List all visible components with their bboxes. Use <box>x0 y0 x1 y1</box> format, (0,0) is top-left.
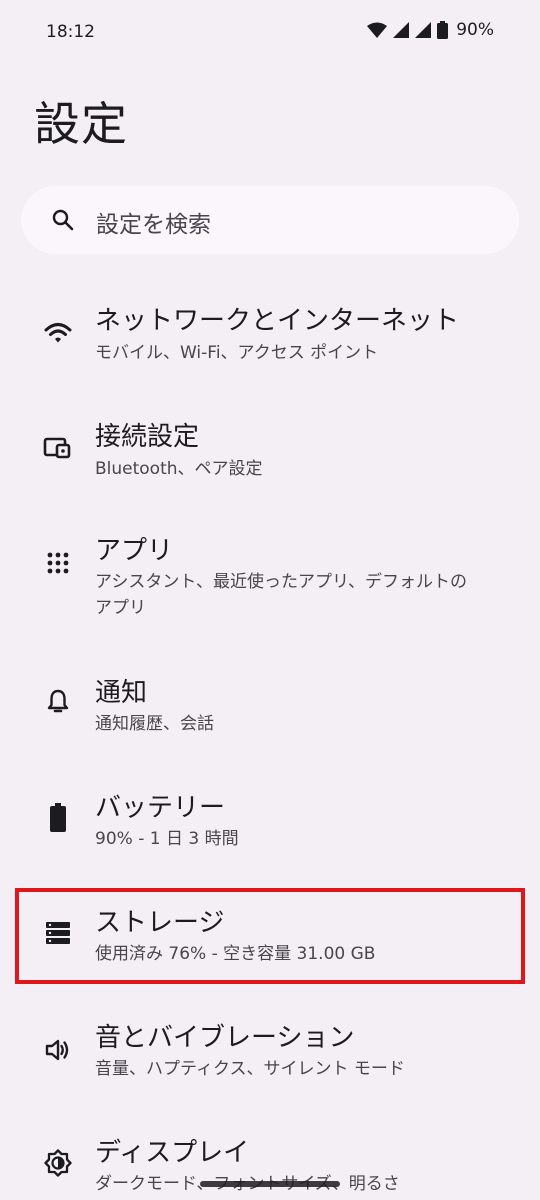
settings-item-title: アプリ <box>95 536 174 566</box>
battery-status-icon <box>437 21 449 39</box>
settings-item-sound[interactable]: 音とバイブレーション 音量、ハプティクス、サイレント モード <box>0 985 540 1100</box>
settings-item-title: 接続設定 <box>95 422 200 452</box>
search-placeholder: 設定を検索 <box>96 212 211 238</box>
status-time: 18:12 <box>46 22 95 42</box>
page-title: 設定 <box>34 97 128 151</box>
bell-icon <box>42 685 74 717</box>
search-bar[interactable]: 設定を検索 <box>21 186 519 254</box>
settings-item-title: 音とバイブレーション <box>95 1023 355 1053</box>
cell-signal-icon <box>393 22 410 38</box>
settings-item-title: ネットワークとインターネット <box>95 306 460 336</box>
settings-item-title: バッテリー <box>95 793 226 823</box>
settings-item-battery[interactable]: バッテリー 90% - 1 日 3 時間 <box>0 755 540 870</box>
navigation-handle[interactable] <box>200 1181 340 1187</box>
settings-item-apps[interactable]: アプリ アシスタント、最近使ったアプリ、デフォルトの アプリ <box>0 500 540 640</box>
settings-item-title: 通知 <box>95 678 148 708</box>
devices-icon <box>42 432 74 464</box>
settings-item-title: ディスプレイ <box>95 1138 250 1168</box>
status-bar: 18:12 90% <box>0 0 540 68</box>
settings-item-subtitle: Bluetooth、ペア設定 <box>95 459 263 479</box>
volume-icon <box>42 1034 74 1066</box>
settings-item-subtitle: アシスタント、最近使ったアプリ、デフォルトの アプリ <box>95 572 467 618</box>
settings-item-subtitle: モバイル、Wi-Fi、アクセス ポイント <box>95 343 379 363</box>
settings-item-subtitle: 音量、ハプティクス、サイレント モード <box>95 1059 405 1079</box>
brightness-icon <box>42 1147 74 1179</box>
battery-percent: 90% <box>456 20 494 40</box>
settings-item-subtitle: 通知履歴、会話 <box>95 714 214 734</box>
settings-item-network[interactable]: ネットワークとインターネット モバイル、Wi-Fi、アクセス ポイント <box>0 270 540 385</box>
settings-item-notifications[interactable]: 通知 通知履歴、会話 <box>0 640 540 755</box>
apps-grid-icon <box>42 547 74 579</box>
settings-item-connected-devices[interactable]: 接続設定 Bluetooth、ペア設定 <box>0 385 540 500</box>
battery-icon <box>42 802 74 834</box>
status-icons: 90% <box>367 20 494 40</box>
settings-item-subtitle: 90% - 1 日 3 時間 <box>95 829 239 849</box>
wifi-signal-icon <box>367 22 388 38</box>
wifi-icon <box>42 317 74 349</box>
highlight-box <box>15 888 525 984</box>
search-icon <box>51 208 75 236</box>
cell-signal-2-icon <box>415 22 432 38</box>
